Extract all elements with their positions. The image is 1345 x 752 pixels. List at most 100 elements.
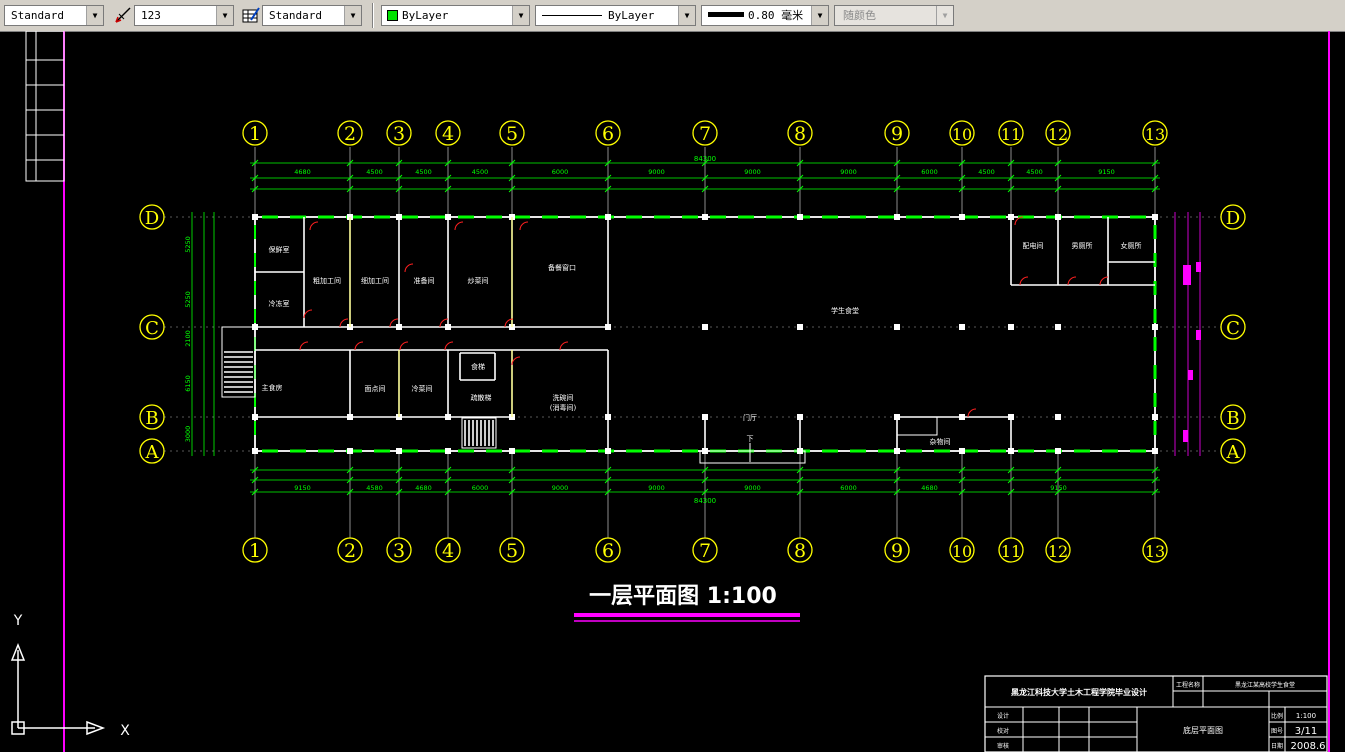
structural-column xyxy=(605,324,611,330)
door-swing xyxy=(1019,276,1029,286)
structural-column xyxy=(445,448,451,454)
dimension-style-select[interactable]: 123 ▼ xyxy=(134,5,234,26)
grid-bubble-label: 13 xyxy=(1145,125,1165,144)
structural-column xyxy=(702,448,708,454)
structural-column xyxy=(605,414,611,420)
room-label: 杂物间 xyxy=(930,437,951,446)
chevron-down-icon[interactable]: ▼ xyxy=(512,6,529,25)
title-block-school: 黑龙江科技大学土木工程学院毕业设计 xyxy=(1011,687,1147,697)
structural-column xyxy=(959,414,965,420)
grid-bubble-label: 7 xyxy=(699,123,711,145)
grid-bubble-label: A xyxy=(1226,442,1241,463)
door-swing xyxy=(303,309,313,319)
chevron-down-icon[interactable]: ▼ xyxy=(678,6,695,25)
room-label: (消毒间) xyxy=(550,403,577,412)
room-label: 面点间 xyxy=(365,385,386,393)
structural-column xyxy=(252,324,258,330)
chevron-down-icon[interactable]: ▼ xyxy=(86,6,103,25)
structural-column xyxy=(894,448,900,454)
lineweight-preview-icon xyxy=(708,12,744,17)
grid-bubble-label: B xyxy=(1226,408,1239,429)
properties-toolbar: Standard ▼ 123 ▼ Standard ▼ ByLayer ▼ By… xyxy=(0,0,1345,32)
linetype-preview-icon xyxy=(542,15,602,16)
span-dim-bottom: 9000 xyxy=(552,484,569,492)
span-dim-top: 4500 xyxy=(366,168,383,176)
structural-column xyxy=(894,324,900,330)
door-swing xyxy=(444,341,454,351)
title-block-scale-label: 比例 xyxy=(1271,712,1283,720)
plan-title: 一层平面图 1:100 xyxy=(589,584,777,609)
structural-column xyxy=(347,414,353,420)
room-label: 准备间 xyxy=(414,276,435,285)
room-label: 洗碗间 xyxy=(553,393,574,402)
grid-bubble-label: 5 xyxy=(506,540,518,562)
structural-column xyxy=(1152,324,1158,330)
grid-bubble-label: 7 xyxy=(699,540,711,562)
structural-column xyxy=(797,324,803,330)
drawing-canvas[interactable]: 84300 84300 4680 4500 4500 4500 6000 9000 9000 90… xyxy=(0,31,1345,752)
room-label: 配电间 xyxy=(1023,241,1044,250)
door-swing xyxy=(519,221,529,231)
span-dim-top: 9000 xyxy=(840,168,857,176)
structural-column xyxy=(396,214,402,220)
structural-column xyxy=(702,214,708,220)
door-swing xyxy=(309,221,319,231)
table-style-select[interactable]: Standard ▼ xyxy=(262,5,362,26)
structural-column xyxy=(1008,414,1014,420)
room-label: 细加工间 xyxy=(361,276,389,285)
lineweight-select[interactable]: 0.80 毫米 ▼ xyxy=(701,5,829,26)
lineweight-value: 0.80 毫米 xyxy=(748,9,804,22)
span-dim-bottom: 4580 xyxy=(366,484,383,492)
door-swing xyxy=(339,318,349,328)
chevron-down-icon[interactable]: ▼ xyxy=(811,6,828,25)
table-style-icon[interactable] xyxy=(242,6,260,24)
structural-column xyxy=(252,448,258,454)
structural-column xyxy=(445,214,451,220)
structural-column xyxy=(797,414,803,420)
structural-column xyxy=(797,214,803,220)
span-dim-top: 6000 xyxy=(921,168,938,176)
span-dim-left: 2100 xyxy=(184,330,192,347)
room-label: 男厕所 xyxy=(1072,241,1093,250)
title-block-project-label: 工程名称 xyxy=(1176,681,1200,689)
span-dim-left: 5250 xyxy=(184,236,192,253)
structural-column xyxy=(1152,414,1158,420)
room-label: 冷冻室 xyxy=(269,299,290,308)
linetype-select[interactable]: ByLayer ▼ xyxy=(535,5,696,26)
title-underline xyxy=(574,613,800,622)
toolbar-separator xyxy=(372,3,374,28)
structural-column xyxy=(894,214,900,220)
structural-column xyxy=(959,448,965,454)
grid-bubble-label: 3 xyxy=(393,123,405,145)
structural-column xyxy=(894,414,900,420)
text-style-select[interactable]: Standard ▼ xyxy=(4,5,104,26)
text-style-value: Standard xyxy=(11,9,64,22)
door-swing xyxy=(1099,276,1109,286)
ucs-x-label: X xyxy=(120,723,130,739)
floor-plan: 84300 84300 4680 4500 4500 4500 6000 9000 9000 90… xyxy=(139,120,1246,563)
title-block-row-review: 审核 xyxy=(997,742,1009,750)
chevron-down-icon[interactable]: ▼ xyxy=(344,6,361,25)
structural-column xyxy=(605,214,611,220)
color-value: ByLayer xyxy=(402,9,449,22)
span-dim-left: 5250 xyxy=(184,291,192,308)
grid-bubble-label: 11 xyxy=(1001,125,1021,144)
span-dim-bottom: 6000 xyxy=(840,484,857,492)
stair-right xyxy=(896,416,938,436)
dimension-style-icon[interactable] xyxy=(114,6,132,24)
title-block-drawing-name: 底层平面图 xyxy=(1183,725,1223,735)
title-block-row-design: 设计 xyxy=(997,712,1009,720)
ucs-icon: Y X xyxy=(10,613,130,739)
color-select[interactable]: ByLayer ▼ xyxy=(381,5,530,26)
structural-column xyxy=(509,448,515,454)
structural-column xyxy=(445,414,451,420)
chevron-down-icon[interactable]: ▼ xyxy=(216,6,233,25)
structural-column xyxy=(1055,324,1061,330)
plot-style-select: 随颜色 ▼ xyxy=(834,5,954,26)
linetype-value: ByLayer xyxy=(608,9,655,22)
room-label: 门厅 xyxy=(743,413,757,422)
title-block: 黑龙江科技大学土木工程学院毕业设计 工程名称 黑龙江某高校学生食堂 设计 校对 … xyxy=(984,675,1328,752)
span-dim-top: 6000 xyxy=(552,168,569,176)
span-dim-top: 4500 xyxy=(415,168,432,176)
table-style-value: Standard xyxy=(269,9,322,22)
